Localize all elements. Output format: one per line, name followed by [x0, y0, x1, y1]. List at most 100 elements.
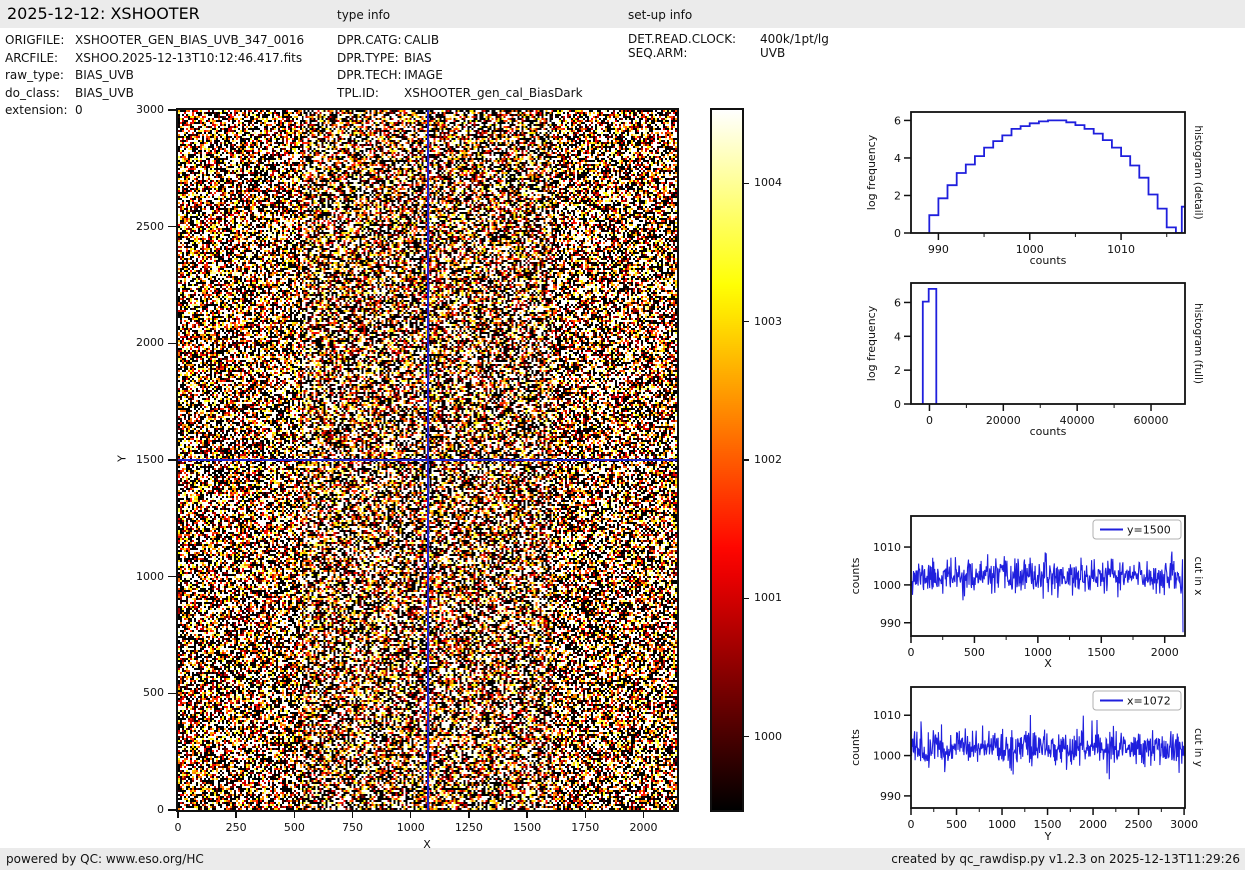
right-side-label: cut in y: [1192, 728, 1204, 767]
y-tick-label: 990: [880, 790, 901, 803]
y-axis-label: log frequency: [865, 305, 878, 381]
y-axis-label: Y: [116, 449, 129, 469]
metadata-label: extension:: [5, 102, 75, 120]
colorbar-tick: [742, 459, 749, 461]
metadata-value: UVB: [760, 46, 785, 60]
x-tick-label: 500: [276, 821, 312, 834]
y-tick: [168, 226, 176, 228]
y-tick-label: 4: [894, 152, 901, 165]
x-tick-label: 250: [218, 821, 254, 834]
y-tick: [168, 809, 176, 811]
y-tick-label: 4: [894, 330, 901, 343]
y-tick-label: 1000: [873, 750, 901, 763]
y-tick: [168, 459, 176, 461]
metadata-label: DPR.TYPE:: [337, 50, 404, 68]
colorbar-tick-label: 1004: [754, 176, 782, 189]
x-tick: [177, 810, 179, 818]
y-tick-label: 0: [894, 227, 901, 240]
page-title: 2025-12-12: XSHOOTER: [7, 4, 200, 23]
x-axis-label: X: [1044, 657, 1052, 670]
right-side-label: histogram (full): [1192, 303, 1204, 384]
colorbar-tick: [742, 736, 749, 738]
y-tick-label: 2500: [124, 220, 164, 233]
y-axis-label: counts: [849, 557, 862, 594]
y-tick-label: 1000: [873, 579, 901, 592]
right-side-label: cut in x: [1192, 556, 1204, 595]
metadata-row: ARCFILE: XSHOO.2025-12-13T10:12:46.417.f…: [5, 50, 304, 68]
y-tick: [168, 343, 176, 345]
y-tick-label: 0: [894, 398, 901, 411]
x-tick-label: 60000: [1134, 414, 1169, 427]
metadata-row: ORIGFILE: XSHOOTER_GEN_BIAS_UVB_347_0016: [5, 32, 304, 50]
x-axis-label: counts: [1030, 425, 1067, 438]
section-setup-info: set-up info: [628, 8, 692, 22]
metadata-value: BIAS: [404, 50, 432, 68]
y-tick-label: 1010: [873, 541, 901, 554]
y-tick-label: 6: [894, 296, 901, 309]
metadata-label: SEQ.ARM:: [628, 46, 760, 60]
metadata-row: DPR.CATG: CALIB: [337, 32, 583, 50]
x-tick-label: 20000: [986, 414, 1021, 427]
metadata-label: DPR.TECH:: [337, 67, 404, 85]
colorbar-tick-label: 1003: [754, 315, 782, 328]
colorbar-tick-label: 1002: [754, 453, 782, 466]
metadata-value: BIAS_UVB: [75, 67, 134, 85]
metadata-row: do_class: BIAS_UVB: [5, 85, 304, 103]
metadata-label: TPL.ID:: [337, 85, 404, 103]
y-tick-label: 1000: [124, 570, 164, 583]
metadata-value: XSHOOTER_gen_cal_BiasDark: [404, 85, 583, 103]
y-axis-label: counts: [849, 729, 862, 766]
metadata-row: SEQ.ARM: UVB: [628, 46, 829, 60]
y-tick: [168, 693, 176, 695]
metadata-label: raw_type:: [5, 67, 75, 85]
colorbar-tick-label: 1001: [754, 591, 782, 604]
x-tick-label: 1000: [393, 821, 429, 834]
x-tick-label: 2500: [1125, 818, 1153, 831]
y-tick-label: 6: [894, 114, 901, 127]
footer-created-by: created by qc_rawdisp.py v1.2.3 on 2025-…: [891, 852, 1240, 866]
footer-powered-by: powered by QC: www.eso.org/HC: [6, 852, 204, 866]
metadata-row: DPR.TECH: IMAGE: [337, 67, 583, 85]
plot-background: [911, 283, 1185, 404]
metadata-label: ORIGFILE:: [5, 32, 75, 50]
metadata-value: CALIB: [404, 32, 439, 50]
histogram-full-plot: 02000040000600000246countslog frequencyh…: [845, 272, 1245, 448]
y-tick-label: 2: [894, 364, 901, 377]
x-tick-label: 2000: [1079, 818, 1107, 831]
y-tick-label: 0: [124, 803, 164, 816]
footer-bar: powered by QC: www.eso.org/HC created by…: [0, 848, 1245, 870]
x-tick: [352, 810, 354, 818]
metadata-label: ARCFILE:: [5, 50, 75, 68]
histogram-detail-plot: 990100010100246countslog frequencyhistog…: [845, 100, 1245, 282]
y-tick-label: 3000: [124, 103, 164, 116]
x-tick: [294, 810, 296, 818]
metadata-row: DET.READ.CLOCK: 400k/1pt/lg: [628, 32, 829, 46]
type-info-block: DPR.CATG: CALIB DPR.TYPE: BIAS DPR.TECH:…: [337, 32, 583, 102]
metadata-value: 0: [75, 102, 83, 120]
colorbar-tick: [742, 183, 749, 185]
y-tick-label: 2000: [124, 336, 164, 349]
metadata-value: 400k/1pt/lg: [760, 32, 829, 46]
cut-in-x-plot: 050010001500200099010001010Xcountscut in…: [845, 505, 1245, 681]
x-tick-label: 1010: [1107, 243, 1135, 256]
x-tick-label: 1500: [1087, 646, 1115, 659]
y-tick-label: 1010: [873, 709, 901, 722]
metadata-label: DPR.CATG:: [337, 32, 404, 50]
metadata-row: TPL.ID: XSHOOTER_gen_cal_BiasDark: [337, 85, 583, 103]
colorbar-tick: [742, 598, 749, 600]
right-side-label: histogram (detail): [1192, 125, 1204, 219]
setup-info-block: DET.READ.CLOCK: 400k/1pt/lg SEQ.ARM: UVB: [628, 32, 829, 60]
colorbar-tick: [742, 321, 749, 323]
section-type-info: type info: [337, 8, 390, 22]
y-tick-label: 2: [894, 189, 901, 202]
x-tick-label: 500: [964, 646, 985, 659]
metadata-label: do_class:: [5, 85, 75, 103]
x-tick: [468, 810, 470, 818]
x-tick-label: 1750: [567, 821, 603, 834]
qc-report-page: 2025-12-12: XSHOOTER type info set-up in…: [0, 0, 1245, 870]
x-tick-label: 1250: [451, 821, 487, 834]
x-axis-label: Y: [1044, 830, 1052, 843]
legend-label: y=1500: [1127, 524, 1171, 537]
metadata-row: raw_type: BIAS_UVB: [5, 67, 304, 85]
x-tick-label: 0: [160, 821, 196, 834]
